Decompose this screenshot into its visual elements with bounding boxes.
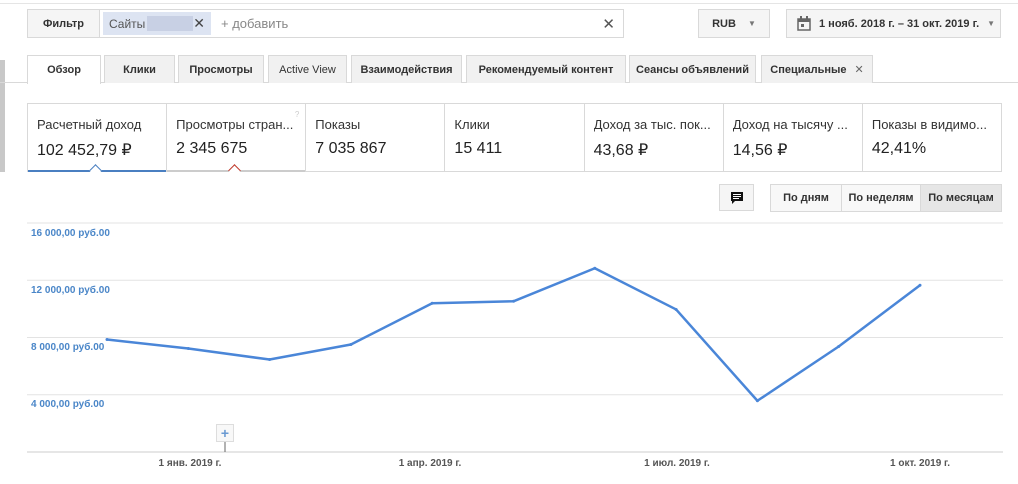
y-tick-label: 16 000,00 руб.00 [31, 228, 110, 239]
x-tick-label: 1 янв. 2019 г. [158, 458, 222, 469]
x-tick-label: 1 июл. 2019 г. [644, 458, 710, 469]
data-point [105, 338, 109, 342]
revenue-line-chart [27, 222, 1003, 453]
y-tick-label: 4 000,00 руб.00 [31, 399, 105, 410]
x-tick-label: 1 окт. 2019 г. [890, 458, 950, 469]
x-tick-label: 1 апр. 2019 г. [398, 458, 462, 469]
data-point [918, 283, 922, 287]
add-annotation-icon[interactable]: + [216, 424, 234, 442]
data-point [430, 301, 434, 305]
series-line [106, 266, 921, 403]
data-point [186, 347, 190, 351]
tab-overview[interactable]: Обзор [27, 55, 101, 84]
data-point [837, 345, 841, 349]
data-point [593, 266, 597, 270]
data-point [755, 399, 759, 403]
y-tick-label: 8 000,00 руб.00 [31, 342, 105, 353]
data-point [674, 307, 678, 311]
data-point [349, 343, 353, 347]
data-point [268, 358, 272, 362]
y-tick-label: 12 000,00 руб.00 [31, 285, 110, 296]
data-point [512, 299, 515, 303]
